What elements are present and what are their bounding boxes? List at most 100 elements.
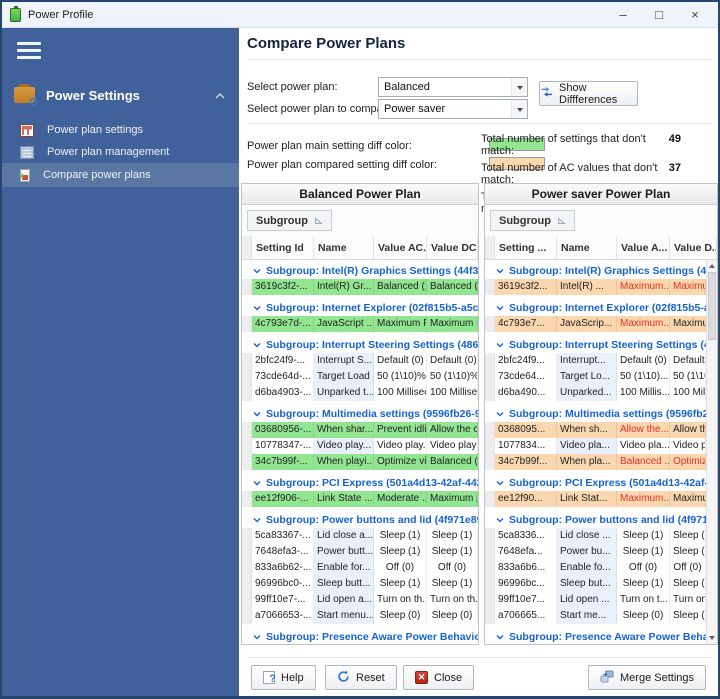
setting-row[interactable]: 4c793e7...JavaScrip...Maximum...Maximum … [485, 316, 706, 332]
subgroup-header-row[interactable]: Subgroup: Interrupt Steering Settings (4… [242, 337, 478, 353]
setting-row[interactable]: a706665...Start me...Sleep (0)Sleep (0) [485, 608, 706, 624]
chevron-down-icon[interactable] [253, 514, 261, 526]
setting-id-cell: 99ff10e7... [495, 592, 557, 608]
group-by-icon [557, 216, 566, 224]
chevron-down-icon[interactable] [253, 408, 261, 420]
col-setting-id[interactable]: Setting Id [252, 236, 314, 259]
name-cell: Intel(R) Gr... [314, 279, 374, 295]
combo-dropdown-icon[interactable] [511, 78, 527, 96]
setting-row[interactable]: 0368095...When sh...Allow the...Allow th… [485, 422, 706, 438]
reset-button[interactable]: Reset [325, 665, 397, 690]
subgroup-header-row[interactable]: Subgroup: Interrupt Steering Settings (4… [485, 337, 706, 353]
show-differences-button[interactable]: Show Diffferences [539, 81, 638, 106]
close-window-button[interactable]: × [680, 5, 710, 25]
setting-row[interactable]: 34c7b99f-...When playi...Optimize vi...B… [242, 454, 478, 470]
col-value-dc[interactable]: Value DC ... [427, 236, 478, 259]
merge-settings-button[interactable]: Merge Settings [588, 665, 706, 690]
name-cell: When shar... [314, 422, 374, 438]
chevron-down-icon[interactable] [496, 631, 504, 643]
chevron-down-icon[interactable] [253, 265, 261, 277]
scrollbar-thumb[interactable] [708, 272, 716, 340]
setting-row[interactable]: 833a6b6... Enable fo... Off (0) Off (0) [485, 560, 706, 576]
setting-row[interactable]: 2bfc24f9... Interrupt... Default (0) Defaul… [485, 353, 706, 369]
col-name[interactable]: Name [314, 236, 374, 259]
chevron-down-icon[interactable] [496, 477, 504, 489]
sidebar-group-power-settings[interactable]: ⚙ Power Settings [2, 79, 239, 111]
sidebar-item-power-plan-settings[interactable]: Power plan settings [2, 119, 239, 141]
setting-row[interactable]: d6ba490... Unparked... 100 Millis... 100 Mi… [485, 385, 706, 401]
subgroup-header-row[interactable]: Subgroup: Internet Explorer (02f815b5-a5… [242, 300, 478, 316]
setting-row[interactable]: 10778347-... Video play... Video play... Vi… [242, 438, 478, 454]
subgroup-header-row[interactable]: Subgroup: Presence Aware Power Behavior [485, 629, 706, 644]
subgroup-header-row[interactable]: Subgroup: Intel(R) Graphics Settings (44… [242, 263, 478, 279]
setting-row[interactable]: 96996bc...Sleep but...Sleep (1)Sleep (1) [485, 576, 706, 592]
setting-row[interactable]: 03680956-...When shar...Prevent idli...A… [242, 422, 478, 438]
col-setting-id[interactable]: Setting ... [495, 236, 557, 259]
subgroup-header-row[interactable]: Subgroup: Power buttons and lid (4f971e8… [485, 512, 706, 528]
setting-row[interactable]: 96996bc0-... Sleep butt... Sleep (1) Sleep … [242, 576, 478, 592]
setting-row[interactable]: 5ca83367-... Lid close a... Sleep (1) Sleep… [242, 528, 478, 544]
maximize-button[interactable]: □ [644, 5, 674, 25]
setting-row[interactable]: 73cde64... Target Lo... 50 (1\10)... 50 (1\… [485, 369, 706, 385]
setting-row[interactable]: 99ff10e7... Lid open ... Turn on t... Turn … [485, 592, 706, 608]
chevron-down-icon[interactable] [496, 514, 504, 526]
setting-row[interactable]: 5ca8336...Lid close ...Sleep (1)Sleep (1… [485, 528, 706, 544]
sidebar-item-compare-power-plans[interactable]: Compare power plans [2, 163, 239, 187]
name-cell: Video play... [314, 438, 374, 454]
select-plan-combobox[interactable]: Balanced [378, 77, 528, 97]
row-indicator [242, 528, 252, 544]
setting-row[interactable]: 3619c3f2-...Intel(R) Gr...Balanced (1)Ba… [242, 279, 478, 295]
chevron-down-icon[interactable] [496, 265, 504, 277]
chevron-down-icon[interactable] [253, 477, 261, 489]
col-value-ac[interactable]: Value A... [617, 236, 670, 259]
close-button[interactable]: ✕ Close [403, 665, 475, 690]
setting-row[interactable]: 4c793e7d-...JavaScript ...Maximum P...Ma… [242, 316, 478, 332]
subgroup-header-row[interactable]: Subgroup: PCI Express (501a4d13-42af-442 [485, 475, 706, 491]
menu-icon[interactable] [17, 42, 41, 59]
setting-row[interactable]: 73cde64d-... Target Load 50 (1\10)% 50 (1\1… [242, 369, 478, 385]
subgroup-group-by-button[interactable]: Subgroup [490, 210, 575, 231]
chevron-down-icon[interactable] [253, 302, 261, 314]
setting-row[interactable]: 99ff10e7-... Lid open a... Turn on th... Tu… [242, 592, 478, 608]
setting-row[interactable]: 7648efa3-... Power butt... Sleep (1) Sleep … [242, 544, 478, 560]
col-value-ac[interactable]: Value AC... [374, 236, 427, 259]
subgroup-header-row[interactable]: Subgroup: Multimedia settings (9596fb26-… [485, 406, 706, 422]
setting-row[interactable]: d6ba4903-...Unparked t...100 Millisec...… [242, 385, 478, 401]
setting-row[interactable]: 7648efa...Power bu...Sleep (1)Sleep (1) [485, 544, 706, 560]
scroll-down-icon[interactable] [707, 633, 717, 644]
setting-row[interactable]: 833a6b62-... Enable for... Off (0) Off (0) [242, 560, 478, 576]
chevron-up-icon[interactable] [215, 86, 225, 104]
value-ac-cell: 50 (1\10)... [617, 369, 670, 385]
chevron-down-icon[interactable] [253, 339, 261, 351]
scrollbar-track[interactable] [707, 341, 717, 633]
chevron-down-icon[interactable] [253, 631, 261, 643]
chevron-down-icon[interactable] [496, 408, 504, 420]
subgroup-header-row[interactable]: Subgroup: Intel(R) Graphics Settings (44… [485, 263, 706, 279]
chevron-down-icon[interactable] [496, 339, 504, 351]
setting-row[interactable]: 3619c3f2...Intel(R) ...Maximum...Maximum… [485, 279, 706, 295]
sidebar-item-power-plan-management[interactable]: Power plan management [2, 141, 239, 163]
chevron-down-icon[interactable] [496, 302, 504, 314]
minimize-button[interactable]: – [608, 5, 638, 25]
combo-dropdown-icon[interactable] [511, 100, 527, 118]
col-value-dc[interactable]: Value D... [670, 236, 717, 259]
subgroup-label: Subgroup: Internet Explorer (02f815b5-a5… [266, 302, 478, 314]
setting-row[interactable]: a7066653-... Start menu... Sleep (0) Sleep … [242, 608, 478, 624]
vertical-scrollbar[interactable] [706, 260, 717, 644]
setting-row[interactable]: 1077834... Video pla... Video pla... Video … [485, 438, 706, 454]
subgroup-header-row[interactable]: Subgroup: Internet Explorer (02f815b5-a5… [485, 300, 706, 316]
subgroup-group-by-button[interactable]: Subgroup [247, 210, 332, 231]
setting-row[interactable]: ee12f906-... Link State ... Moderate ... Ma… [242, 491, 478, 507]
scroll-up-icon[interactable] [707, 260, 717, 271]
subgroup-header-row[interactable]: Subgroup: Power buttons and lid (4f971e8… [242, 512, 478, 528]
setting-row[interactable]: 2bfc24f9-... Interrupt S... Default (0) Def… [242, 353, 478, 369]
col-name[interactable]: Name [557, 236, 617, 259]
help-button[interactable]: ? Help [251, 665, 316, 690]
compare-plan-combobox[interactable]: Power saver [378, 99, 528, 119]
subgroup-header-row[interactable]: Subgroup: Multimedia settings (9596fb26-… [242, 406, 478, 422]
subgroup-header-row[interactable]: Subgroup: Presence Aware Power Behavior … [242, 629, 478, 644]
subgroup-header-row[interactable]: Subgroup: PCI Express (501a4d13-42af-442… [242, 475, 478, 491]
row-indicator [485, 491, 495, 507]
setting-row[interactable]: 34c7b99f... When pla... Balanced ... Optimi… [485, 454, 706, 470]
setting-row[interactable]: ee12f90...Link Stat...Maximum...Maximum … [485, 491, 706, 507]
